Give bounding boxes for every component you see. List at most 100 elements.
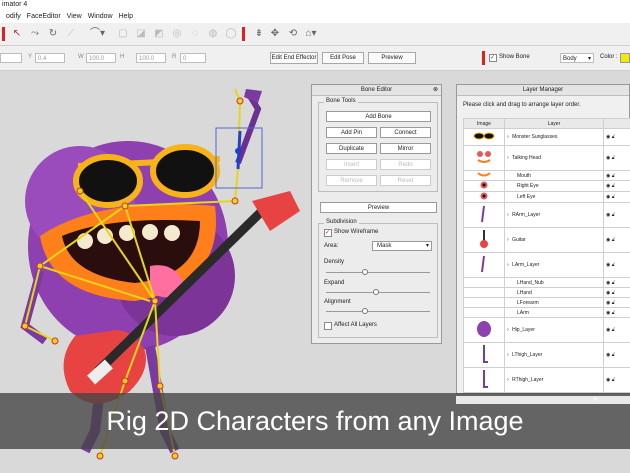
visibility-eye-icon[interactable]: ◉ <box>606 310 610 316</box>
layer-row[interactable]: LArm ◉ 🔓︎ <box>463 307 630 318</box>
bone-preview-button[interactable]: Preview <box>320 202 437 213</box>
bone-select-icon[interactable]: ⤳ <box>28 27 42 41</box>
density-slider[interactable] <box>326 269 430 275</box>
menu-faceeditor[interactable]: FaceEditor <box>27 13 61 20</box>
menu-view[interactable]: View <box>67 13 82 20</box>
r-field[interactable]: 0 <box>180 53 206 63</box>
layer-name-cell: › LThigh_Layer <box>504 342 604 368</box>
lock-icon[interactable]: 🔓︎ <box>612 212 615 218</box>
lock-icon[interactable]: 🔓︎ <box>612 377 615 383</box>
layer-row[interactable]: › Monster Sunglasses ◉ 🔓︎ <box>463 128 630 146</box>
layer-name: Right Eye <box>517 183 539 189</box>
area-select[interactable]: Mask ▾ <box>372 241 432 251</box>
visibility-eye-icon[interactable]: ◉ <box>606 134 610 140</box>
r-label: R <box>172 54 177 60</box>
bone-icon[interactable]: ⟋ <box>64 27 78 41</box>
layer-row[interactable]: Left Eye ◉ 🔓︎ <box>463 191 630 203</box>
alignment-slider[interactable] <box>326 308 430 314</box>
w-field[interactable]: 100.0 <box>86 53 116 63</box>
y-field[interactable]: 0.4 <box>35 53 65 63</box>
visibility-eye-icon[interactable]: ◉ <box>606 300 610 306</box>
tool-disabled-2-icon: ◪ <box>136 28 146 39</box>
redo-button[interactable]: Redo <box>380 159 431 170</box>
pointer-icon[interactable]: ↖ <box>10 27 24 41</box>
layer-row[interactable]: LHand_Nub ◉ 🔓︎ <box>463 277 630 288</box>
expand-knob[interactable] <box>372 289 379 295</box>
visibility-eye-icon[interactable]: ◉ <box>606 327 610 333</box>
edit-end-effector-button[interactable]: Edit End Effector <box>270 52 318 64</box>
body-select[interactable]: Body ▾ <box>560 53 594 63</box>
add-bone-button[interactable]: Add Bone <box>326 111 431 122</box>
h-field[interactable]: 100.0 <box>136 53 166 63</box>
lock-icon[interactable]: 🔓︎ <box>612 300 615 306</box>
lock-icon[interactable]: 🔓︎ <box>612 183 615 189</box>
layer-row[interactable]: › LThigh_Layer ◉ 🔓︎ <box>463 342 630 368</box>
reset-button[interactable]: Reset <box>380 175 431 186</box>
lock-icon[interactable]: 🔓︎ <box>612 134 615 140</box>
visibility-eye-icon[interactable]: ◉ <box>606 377 610 383</box>
layer-row[interactable]: Mouth ◉ 🔓︎ <box>463 170 630 181</box>
visibility-eye-icon[interactable]: ◉ <box>606 280 610 286</box>
menu-help[interactable]: Help <box>119 13 133 20</box>
visibility-eye-icon[interactable]: ◉ <box>606 212 610 218</box>
show-wireframe-checkbox[interactable]: ✓ <box>324 229 332 237</box>
lock-icon[interactable]: 🔓︎ <box>612 155 615 161</box>
lock-icon[interactable]: 🔓︎ <box>612 262 615 268</box>
rotate-icon[interactable]: ↻ <box>46 27 60 41</box>
preview-button[interactable]: Preview <box>368 52 416 64</box>
selected-joint[interactable] <box>235 148 241 154</box>
area-select-value: Mask <box>377 243 392 249</box>
lock-icon[interactable]: 🔓︎ <box>612 280 615 286</box>
layer-row[interactable]: LForearm ◉ 🔓︎ <box>463 297 630 308</box>
lock-icon[interactable]: 🔓︎ <box>612 237 615 243</box>
lock-icon[interactable]: 🔓︎ <box>612 352 615 358</box>
layer-name-cell: Right Eye <box>504 180 604 192</box>
home-icon[interactable]: ⌂▾ <box>304 27 318 41</box>
move-icon[interactable]: ✥ <box>268 27 282 41</box>
show-bone-checkbox[interactable]: ✓ <box>489 54 497 62</box>
duplicate-button[interactable]: Duplicate <box>326 143 377 154</box>
layer-row[interactable]: LHand ◉ 🔓︎ <box>463 287 630 298</box>
close-icon[interactable]: ⊗ <box>433 85 438 95</box>
layer-row[interactable]: › Hip_Layer ◉ 🔓︎ <box>463 317 630 343</box>
visibility-eye-icon[interactable]: ◉ <box>606 155 610 161</box>
menu-window[interactable]: Window <box>88 13 113 20</box>
visibility-eye-icon[interactable]: ◉ <box>606 183 610 189</box>
x-field[interactable] <box>0 53 22 63</box>
layer-row[interactable]: › RArm_Layer ◉ 🔓︎ <box>463 202 630 228</box>
lock-icon[interactable]: 🔓︎ <box>612 310 615 316</box>
transform-icon[interactable]: ⇟ <box>252 27 266 41</box>
lock-icon[interactable]: 🔓︎ <box>612 194 615 200</box>
layer-row[interactable]: Right Eye ◉ 🔓︎ <box>463 180 630 192</box>
visibility-eye-icon[interactable]: ◉ <box>606 237 610 243</box>
lock-icon[interactable]: 🔓︎ <box>612 290 615 296</box>
layer-thumbnail <box>463 191 505 203</box>
add-pin-button[interactable]: Add Pin <box>326 127 377 138</box>
connect-button[interactable]: Connect <box>380 127 431 138</box>
layer-manager-hint: Please click and drag to arrange layer o… <box>463 102 581 108</box>
edit-pose-button[interactable]: Edit Pose <box>322 52 364 64</box>
rotate-tool-icon[interactable]: ⟲ <box>286 27 300 41</box>
visibility-eye-icon[interactable]: ◉ <box>606 290 610 296</box>
lock-icon[interactable]: 🔓︎ <box>612 173 615 179</box>
visibility-eye-icon[interactable]: ◉ <box>606 352 610 358</box>
bone-color-swatch[interactable] <box>620 53 630 63</box>
insert-button[interactable]: Insert <box>326 159 377 170</box>
color-label: Color : <box>600 54 618 60</box>
layer-row[interactable]: › Talking Head ◉ 🔓︎ <box>463 145 630 171</box>
expand-slider[interactable] <box>326 289 430 295</box>
layer-actions: ◉ 🔓︎ <box>603 297 630 308</box>
affect-all-checkbox[interactable] <box>324 322 332 330</box>
dropdown-tool-icon[interactable]: ⌒▾ <box>90 27 105 41</box>
mirror-button[interactable]: Mirror <box>380 143 431 154</box>
layer-row[interactable]: › Guitar ◉ 🔓︎ <box>463 227 630 253</box>
layer-row[interactable]: › RThigh_Layer ◉ 🔓︎ <box>463 367 630 393</box>
add-layer-button[interactable]: + <box>593 394 598 404</box>
layer-row[interactable]: › LArm_Layer ◉ 🔓︎ <box>463 252 630 278</box>
visibility-eye-icon[interactable]: ◉ <box>606 173 610 179</box>
visibility-eye-icon[interactable]: ◉ <box>606 194 610 200</box>
visibility-eye-icon[interactable]: ◉ <box>606 262 610 268</box>
lock-icon[interactable]: 🔓︎ <box>612 327 615 333</box>
menu-modify[interactable]: odify <box>6 13 21 20</box>
remove-button[interactable]: Remove <box>326 175 377 186</box>
